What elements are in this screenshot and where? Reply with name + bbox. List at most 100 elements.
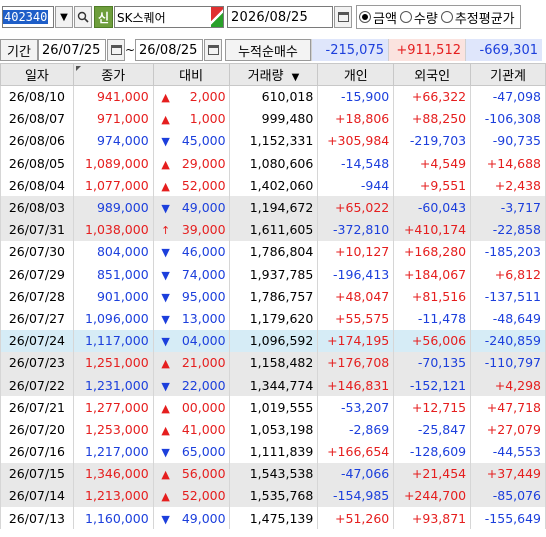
up-triangle-icon: ▲ — [161, 91, 170, 105]
radio-avg-price[interactable]: 추정평균가 — [440, 8, 515, 27]
calendar-button[interactable] — [334, 6, 352, 28]
calendar-icon — [110, 45, 122, 55]
table-row[interactable]: 26/07/22 1,231,000 ▼ 22,000 1,344,774 +146,83… — [0, 373, 546, 397]
stock-name-field[interactable]: SK스퀘어 — [114, 6, 224, 28]
cell-institution: +27,079 — [470, 418, 546, 441]
cell-individual: -944 — [317, 174, 395, 197]
toolbar: 402340 ▼ 신 SK스퀘어 2026/08/25 금액 수량 추정평균가 — [0, 0, 546, 34]
search-button[interactable] — [74, 6, 92, 28]
cell-individual: +51,260 — [317, 507, 395, 530]
chevron-down-icon: ▼ — [60, 11, 68, 23]
unit-radio-group: 금액 수량 추정평균가 — [356, 5, 521, 29]
cell-individual: +18,806 — [317, 107, 395, 130]
radio-label: 금액 — [373, 11, 397, 27]
cell-change: ▼ 65,000 — [152, 440, 230, 463]
table-row[interactable]: 26/07/23 1,251,000 ▲ 21,000 1,158,482 +176,70… — [0, 351, 546, 374]
cell-date: 26/08/05 — [0, 152, 74, 175]
cell-close: 1,253,000 — [72, 418, 154, 441]
cell-volume: 999,480 — [228, 107, 319, 130]
cell-close: 1,346,000 — [72, 462, 154, 485]
sum-institution: -669,301 — [465, 39, 542, 61]
change-value: 74,000 — [181, 266, 226, 282]
table-row[interactable]: 26/07/28 901,000 ▼ 95,000 1,786,757 +48,047 +8… — [0, 285, 546, 308]
period-to-field[interactable]: 26/08/25 — [135, 39, 203, 61]
table-row[interactable]: 26/07/16 1,217,000 ▼ 65,000 1,111,839 +166,65… — [0, 440, 546, 463]
cell-change: ▲ 52,000 — [152, 174, 230, 197]
change-value: 52,000 — [181, 488, 226, 504]
date-field[interactable]: 2026/08/25 — [227, 6, 333, 28]
cell-individual: -196,413 — [317, 263, 395, 286]
down-triangle-icon: ▼ — [161, 202, 170, 216]
col-header-change[interactable]: 대비 — [152, 63, 230, 86]
cell-volume: 1,019,555 — [228, 396, 319, 419]
col-header-date[interactable]: 일자 — [0, 63, 74, 86]
cell-date: 26/07/22 — [0, 373, 74, 397]
down-triangle-icon: ▼ — [161, 268, 170, 282]
stock-name-label: SK스퀘어 — [117, 10, 166, 25]
cell-date: 26/07/21 — [0, 396, 74, 419]
cell-change: ▲ 56,000 — [152, 462, 230, 485]
table-row[interactable]: 26/08/05 1,089,000 ▲ 29,000 1,080,606 -14,548… — [0, 152, 546, 175]
cell-foreign: -70,135 — [393, 351, 472, 374]
table-row[interactable]: 26/07/14 1,213,000 ▲ 52,000 1,535,768 -154,98… — [0, 484, 546, 508]
col-header-foreign[interactable]: 외국인 — [393, 63, 472, 86]
table-row[interactable]: 26/07/29 851,000 ▼ 74,000 1,937,785 -196,413 +… — [0, 263, 546, 286]
table-row[interactable]: 26/07/31 1,038,000 ↑ 39,000 1,611,605 -372,81… — [0, 218, 546, 241]
stock-code-input[interactable]: 402340 — [2, 6, 54, 28]
cell-foreign: +4,549 — [393, 152, 472, 175]
cell-change: ↑ 39,000 — [152, 218, 230, 241]
table-row[interactable]: 26/07/24 1,117,000 ▼ 04,000 1,096,592 +174,19… — [0, 329, 546, 352]
cell-date: 26/08/10 — [0, 85, 74, 108]
table-row[interactable]: 26/07/13 1,160,000 ▼ 49,000 1,475,139 +51,260… — [0, 507, 546, 530]
table-row[interactable]: 26/08/03 989,000 ▼ 49,000 1,194,672 +65,022 -6… — [0, 196, 546, 219]
table-row[interactable]: 26/08/06 974,000 ▼ 45,000 1,152,331 +305,984-… — [0, 129, 546, 153]
table-row[interactable]: 26/07/30 804,000 ▼ 46,000 1,786,804 +10,127 +1… — [0, 240, 546, 263]
cell-volume: 1,179,620 — [228, 307, 319, 330]
change-value: 1,000 — [189, 111, 226, 127]
change-value: 56,000 — [181, 466, 226, 482]
cell-foreign: -11,478 — [393, 307, 472, 330]
cell-foreign: +12,715 — [393, 396, 472, 419]
cell-date: 26/07/15 — [0, 462, 74, 485]
table-row[interactable]: 26/07/15 1,346,000 ▲ 56,000 1,543,538 -47,066… — [0, 462, 546, 485]
cell-change: ▲ 00,000 — [152, 396, 230, 419]
cell-foreign: +9,551 — [393, 174, 472, 197]
period-from-field[interactable]: 26/07/25 — [38, 39, 106, 61]
code-dropdown-button[interactable]: ▼ — [55, 6, 73, 28]
up-triangle-icon: ▲ — [161, 179, 170, 193]
table-row[interactable]: 26/07/21 1,277,000 ▲ 00,000 1,019,555 -53,207… — [0, 396, 546, 419]
cell-close: 1,077,000 — [72, 174, 154, 197]
cell-date: 26/07/14 — [0, 484, 74, 508]
radio-quantity[interactable]: 수량 — [399, 8, 438, 27]
cell-institution: +14,688 — [470, 152, 546, 175]
cell-close: 1,089,000 — [72, 152, 154, 175]
table-row[interactable]: 26/08/10 941,000 ▲ 2,000 610,018 -15,900 +66,3… — [0, 85, 546, 108]
table-row[interactable]: 26/07/20 1,253,000 ▲ 41,000 1,053,198 -2,869-… — [0, 418, 546, 441]
col-header-institution[interactable]: 기관계 — [470, 63, 546, 86]
col-header-individual[interactable]: 개인 — [317, 63, 395, 86]
col-header-volume[interactable]: 거래량 ▼ — [228, 63, 319, 86]
up-triangle-icon: ▲ — [161, 401, 170, 415]
cell-individual: -14,548 — [317, 152, 395, 175]
table-row[interactable]: 26/07/27 1,096,000 ▼ 13,000 1,179,620 +55,575… — [0, 307, 546, 330]
period-label: 기간 — [0, 39, 38, 61]
cell-foreign: +88,250 — [393, 107, 472, 130]
sum-foreign: +911,512 — [388, 39, 465, 61]
cell-change: ▼ 74,000 — [152, 263, 230, 286]
sum-individual: -215,075 — [311, 39, 388, 61]
cell-volume: 1,786,757 — [228, 285, 319, 308]
cell-date: 26/07/16 — [0, 440, 74, 463]
from-calendar-button[interactable] — [107, 39, 125, 61]
cell-change: ▼ 95,000 — [152, 285, 230, 308]
table-row[interactable]: 26/08/04 1,077,000 ▲ 52,000 1,402,060 -944 +9,… — [0, 174, 546, 197]
up-triangle-icon: ▲ — [161, 357, 170, 371]
cell-date: 26/07/13 — [0, 507, 74, 530]
col-header-close[interactable]: 종가 — [72, 63, 154, 86]
cell-foreign: +66,322 — [393, 85, 472, 108]
table-row[interactable]: 26/08/07 971,000 ▲ 1,000 999,480 +18,806 +88,2… — [0, 107, 546, 130]
cell-close: 1,213,000 — [72, 484, 154, 508]
to-calendar-button[interactable] — [204, 39, 222, 61]
sort-down-icon[interactable]: ▼ — [292, 72, 300, 83]
radio-amount[interactable]: 금액 — [359, 8, 397, 27]
cell-institution: -110,797 — [470, 351, 546, 374]
